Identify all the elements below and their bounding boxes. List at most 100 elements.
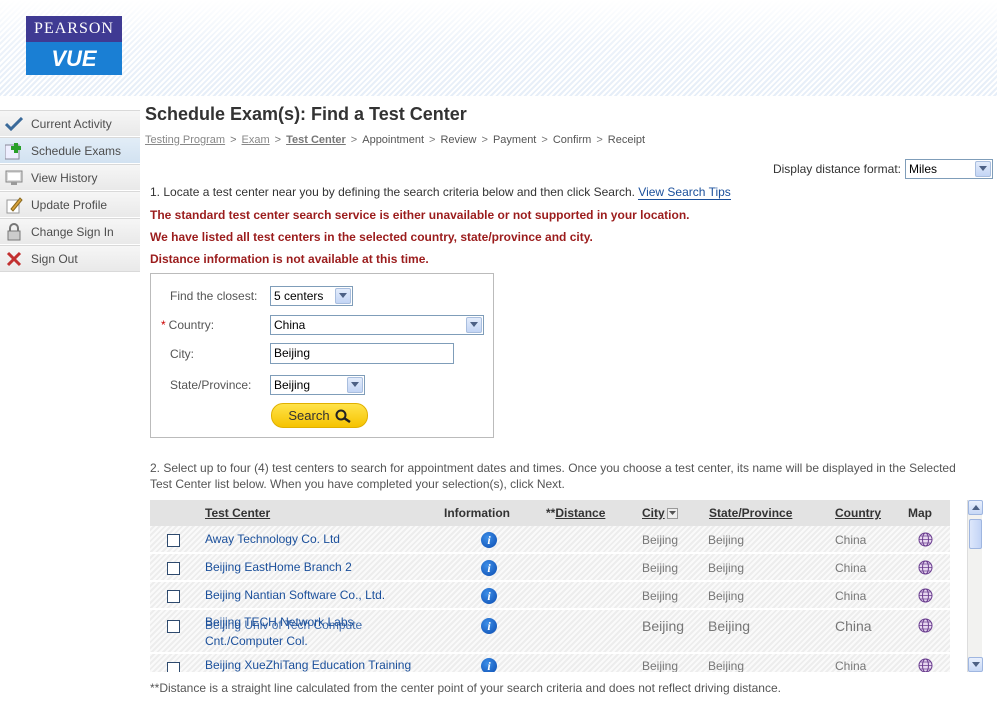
globe-icon[interactable] (918, 588, 933, 603)
error-message-3: Distance information is not available at… (150, 252, 429, 266)
table-scrollbar[interactable] (967, 500, 983, 672)
breadcrumb-testing-program[interactable]: Testing Program (145, 134, 225, 146)
state-row: State/Province: Beijing (170, 375, 365, 395)
sidebar-item-label: Change Sign In (31, 224, 114, 239)
table-row: Away Technology Co. Ltd i Beijing Beijin… (150, 526, 950, 554)
sort-down-icon[interactable] (667, 508, 678, 519)
sidebar-item-current-activity[interactable]: Current Activity (0, 110, 140, 137)
info-icon[interactable]: i (481, 658, 497, 672)
header-banner: PEARSON VUE (0, 0, 997, 96)
country-label: Country: (168, 318, 215, 332)
distance-footnote: **Distance is a straight line calculated… (150, 681, 781, 695)
lock-icon (4, 222, 24, 242)
center-name-link[interactable]: Beijing EastHome Branch 2 (205, 560, 352, 574)
logo-top-text: PEARSON (26, 16, 122, 42)
country-row: * Country: China (161, 315, 484, 335)
distance-format-row: Display distance format: Miles (773, 159, 993, 179)
header-state[interactable]: State/Province (709, 506, 792, 520)
header-distance-marker: ** (546, 506, 556, 520)
select-center-checkbox[interactable] (167, 590, 180, 603)
center-name-line2: Cnt./Computer Col. (205, 634, 308, 648)
header-test-center[interactable]: Test Center (205, 506, 270, 520)
pencil-icon (4, 195, 24, 215)
table-row: Beijing TECH Network Labs Beijing Univ o… (150, 610, 950, 654)
center-country: China (835, 659, 867, 672)
chevron-down-icon[interactable] (466, 317, 482, 333)
sidebar-item-label: Schedule Exams (31, 143, 122, 158)
sidebar-item-sign-out[interactable]: Sign Out (0, 245, 140, 272)
sidebar-item-change-sign-in[interactable]: Change Sign In (0, 218, 140, 245)
step1-instructions: 1. Locate a test center near you by defi… (150, 185, 731, 200)
closest-select[interactable]: 5 centers (270, 286, 353, 306)
search-button[interactable]: Search (271, 403, 368, 428)
breadcrumb-review: Review (440, 134, 477, 146)
breadcrumb-receipt: Receipt (607, 134, 646, 146)
closest-row: Find the closest: 5 centers (170, 286, 353, 306)
country-select[interactable]: China (270, 315, 484, 335)
scroll-thumb[interactable] (969, 519, 982, 549)
chevron-down-icon[interactable] (975, 161, 991, 177)
breadcrumb-payment: Payment (492, 134, 537, 146)
select-center-checkbox[interactable] (167, 534, 180, 547)
chevron-down-icon[interactable] (347, 377, 363, 393)
view-search-tips-link[interactable]: View Search Tips (638, 185, 731, 200)
check-icon (4, 114, 24, 134)
center-country: China (835, 533, 867, 547)
header-country[interactable]: Country (835, 506, 881, 520)
x-icon (4, 249, 24, 269)
info-icon[interactable]: i (481, 618, 497, 634)
header-distance[interactable]: Distance (555, 506, 605, 520)
state-select[interactable]: Beijing (270, 375, 365, 395)
center-name-link[interactable]: Beijing Nantian Software Co., Ltd. (205, 588, 385, 602)
error-message-2: We have listed all test centers in the s… (150, 230, 593, 244)
pearson-vue-logo[interactable]: PEARSON VUE (26, 16, 122, 75)
info-icon[interactable]: i (481, 588, 497, 604)
breadcrumb-exam[interactable]: Exam (242, 134, 270, 146)
center-city: Beijing (642, 533, 679, 547)
info-icon[interactable]: i (481, 560, 497, 576)
center-country: China (835, 561, 867, 575)
center-city: Beijing (642, 589, 679, 603)
table-row: Beijing Nantian Software Co., Ltd. i Bei… (150, 582, 950, 610)
sidebar-item-label: Update Profile (31, 197, 108, 212)
scroll-up-button[interactable] (968, 500, 983, 515)
table-header: Test Center Information **Distance City … (150, 500, 950, 526)
closest-label: Find the closest: (170, 289, 258, 303)
sidebar-item-view-history[interactable]: View History (0, 164, 140, 191)
breadcrumb-appointment: Appointment (362, 134, 424, 146)
center-name-link[interactable]: Away Technology Co. Ltd (205, 532, 340, 546)
breadcrumb-confirm: Confirm (552, 134, 592, 146)
plus-icon (4, 141, 24, 161)
select-center-checkbox[interactable] (167, 620, 180, 633)
sidebar-item-label: Current Activity (31, 116, 112, 131)
distance-format-select[interactable]: Miles (905, 159, 993, 179)
header-map: Map (908, 506, 932, 520)
chevron-down-icon[interactable] (335, 288, 351, 304)
scroll-down-button[interactable] (968, 657, 983, 672)
center-country: China (835, 618, 872, 634)
header-city[interactable]: City (642, 506, 665, 520)
center-name-overlap: Beijing Univ of Tech Compute (205, 618, 363, 632)
globe-icon[interactable] (918, 618, 933, 633)
history-icon (4, 168, 24, 188)
state-label: State/Province: (170, 378, 252, 392)
info-icon[interactable]: i (481, 532, 497, 548)
select-center-checkbox[interactable] (167, 562, 180, 575)
country-value: China (274, 318, 306, 332)
globe-icon[interactable] (918, 560, 933, 575)
sidebar-item-update-profile[interactable]: Update Profile (0, 191, 140, 218)
distance-format-label: Display distance format: (772, 162, 901, 176)
table-row: Beijing EastHome Branch 2 i Beijing Beij… (150, 554, 950, 582)
test-center-table: Test Center Information **Distance City … (150, 500, 950, 672)
globe-icon[interactable] (918, 658, 933, 672)
sidebar-item-schedule-exams[interactable]: Schedule Exams (0, 137, 140, 164)
select-center-checkbox[interactable] (167, 662, 180, 672)
center-city: Beijing (642, 618, 685, 634)
center-city: Beijing (642, 659, 679, 672)
center-state: Beijing (708, 589, 745, 603)
center-name-link[interactable]: Beijing XueZhiTang Education Training (205, 658, 411, 672)
search-criteria-box: Find the closest: 5 centers * Country: Ch… (150, 273, 494, 438)
globe-icon[interactable] (918, 532, 933, 547)
sidebar-item-label: Sign Out (31, 251, 78, 266)
city-input[interactable]: Beijing (270, 343, 454, 364)
